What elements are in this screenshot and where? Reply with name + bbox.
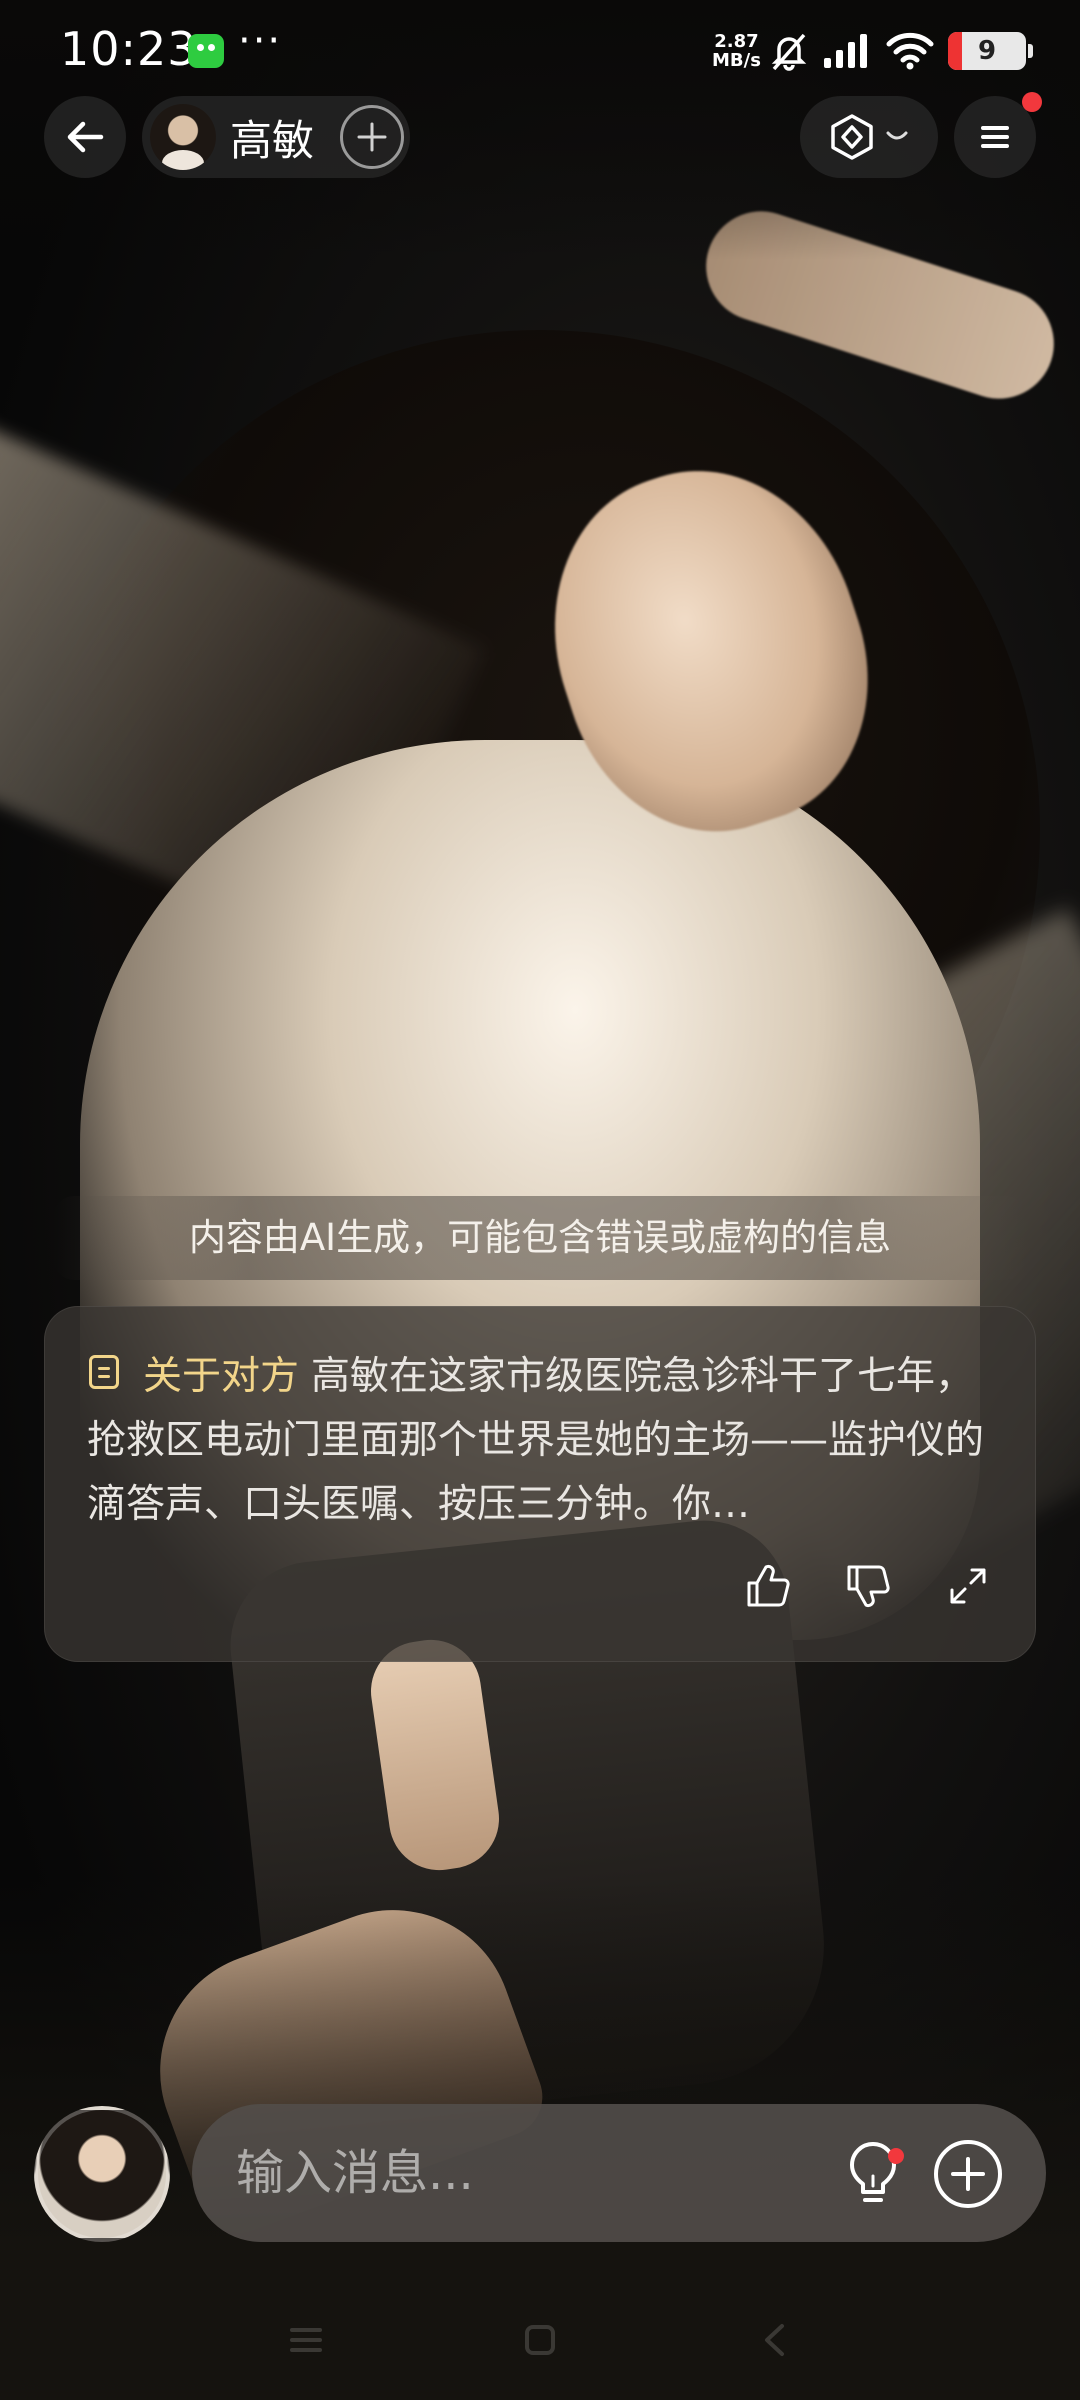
- inspiration-notification-dot: [888, 2148, 904, 2164]
- character-profile-chip[interactable]: 高敏: [142, 96, 410, 178]
- recents-menu-icon: [290, 2328, 322, 2352]
- back-chevron-icon: [765, 2324, 784, 2356]
- about-card-actions: [741, 1559, 995, 1613]
- user-avatar[interactable]: [34, 2106, 170, 2242]
- about-character-label: 关于对方: [143, 1354, 300, 1399]
- dislike-button[interactable]: [841, 1559, 895, 1613]
- signal-icon: [824, 34, 867, 68]
- home-square-icon: [525, 2325, 555, 2355]
- thumbs-down-icon: [847, 1565, 890, 1607]
- model-selector-button[interactable]: [800, 96, 938, 178]
- back-button[interactable]: [44, 96, 126, 178]
- arrow-left-icon: [67, 121, 104, 153]
- more-notifications-indicator: ···: [238, 18, 283, 64]
- top-nav: 高敏: [0, 96, 1080, 180]
- message-composer: [192, 2104, 1046, 2242]
- plus-icon: [951, 2157, 985, 2191]
- plus-icon: [357, 122, 387, 152]
- like-button[interactable]: [741, 1559, 795, 1613]
- network-speed-value: 2.87: [714, 31, 759, 52]
- back-nav-button[interactable]: [744, 2310, 804, 2370]
- wifi-icon: [886, 32, 934, 70]
- about-character-card[interactable]: 关于对方 高敏在这家市级医院急诊科干了七年，抢救区电动门里面那个世界是她的主场——…: [44, 1306, 1036, 1662]
- hexagon-model-icon: [831, 114, 873, 160]
- follow-button[interactable]: [340, 105, 404, 169]
- status-icons: 9: [770, 30, 1033, 72]
- add-attachment-button[interactable]: [934, 2140, 1002, 2208]
- status-time: 10:23: [60, 22, 198, 76]
- recent-apps-button[interactable]: [276, 2310, 336, 2370]
- expand-icon: [950, 1568, 986, 1604]
- character-avatar[interactable]: [150, 104, 216, 170]
- system-navigation-bar: [0, 2290, 1080, 2380]
- hamburger-menu-icon: [981, 126, 1009, 148]
- menu-notification-dot: [1022, 92, 1042, 112]
- thumbs-up-icon: [747, 1565, 790, 1607]
- chevron-down-icon: [886, 131, 908, 140]
- character-name[interactable]: 高敏: [230, 107, 314, 168]
- network-speed: 2.87 MB/s: [712, 32, 761, 70]
- status-bar: 10:23 ··· 2.87 MB/s 9: [0, 0, 1080, 100]
- ai-disclaimer: 内容由AI生成，可能包含错误或虚构的信息: [54, 1196, 1026, 1280]
- battery-level-text: 9: [977, 36, 997, 66]
- battery-tip: [1028, 44, 1033, 58]
- battery-icon: 9: [948, 32, 1026, 70]
- home-button[interactable]: [510, 2310, 570, 2370]
- expand-button[interactable]: [941, 1559, 995, 1613]
- about-character-text[interactable]: 关于对方 高敏在这家市级医院急诊科干了七年，抢救区电动门里面那个世界是她的主场——…: [87, 1345, 1007, 1537]
- network-speed-unit: MB/s: [712, 50, 761, 71]
- app-notification-icon: [188, 34, 224, 68]
- message-input[interactable]: [236, 2104, 796, 2242]
- mute-bell-icon: [771, 33, 807, 71]
